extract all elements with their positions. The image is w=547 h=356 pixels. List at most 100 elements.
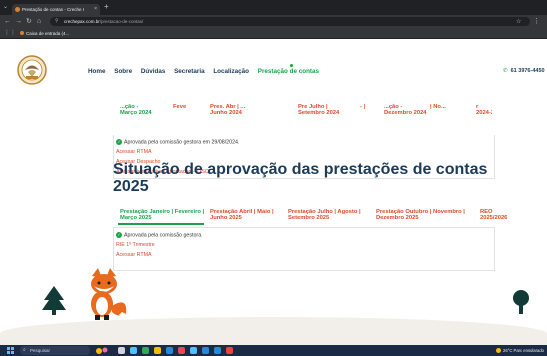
windows-taskbar: ⌕ Pesquisar 26°C Parc ensolarado: [0, 345, 547, 356]
tab-line2: Setembro 2024: [298, 110, 340, 116]
phone-number: 61 3976-4450: [510, 68, 545, 74]
gmail-icon: [20, 31, 24, 35]
bookmark-label: Caixa de entrada (4...: [26, 31, 70, 36]
bookmark-star-icon[interactable]: ☆: [516, 18, 521, 25]
tab-2024-separator: - |: [360, 104, 365, 110]
tab-line2: Setembro 2025: [288, 215, 330, 221]
tab-line1: | No...: [430, 104, 446, 110]
bookmark-item[interactable]: Caixa de entrada (4...: [20, 28, 69, 39]
task-view-icon[interactable]: [118, 347, 125, 354]
file-explorer-icon[interactable]: [154, 347, 161, 354]
app-icon[interactable]: [214, 347, 221, 354]
tab-2024-nov[interactable]: | No...: [430, 104, 446, 110]
url-bar[interactable]: ⚲ crechepax.com.br/prestacao-de-contas/: [50, 17, 530, 26]
site-header: Home Sobre Dúvidas Secretaria Localizaçã…: [0, 39, 547, 101]
chrome-icon[interactable]: [226, 347, 233, 354]
search-highlight-icon[interactable]: [94, 346, 110, 355]
nav-secretaria[interactable]: Secretaria: [174, 68, 204, 75]
creche-logo[interactable]: [17, 55, 47, 85]
tab-line2: Junho 2024: [210, 110, 242, 116]
fox-mascot-icon: [91, 268, 127, 320]
active-tab-underline: [118, 223, 204, 225]
browser-tab[interactable]: Prestação de contas - Creche I ×: [12, 4, 100, 15]
tab-2024-out-dez[interactable]: ...ção - Dezembro 2024: [384, 104, 427, 116]
status-approved-2025: ✓ Aprovada pela comissão gestora.: [116, 232, 203, 238]
browser-menu-icon[interactable]: ⋮: [533, 17, 540, 25]
tab-2025-jul-set[interactable]: Prestação Julho | Agosto | Setembro 2025: [288, 209, 361, 221]
search-placeholder: Pesquisar: [30, 348, 51, 353]
main-content: ...ção - Março 2024 Feve Pres. Abr | ...…: [0, 101, 547, 345]
home-icon[interactable]: ⌂: [37, 17, 41, 26]
link-acessar-rtma-2025[interactable]: Acessar RTMA: [116, 252, 152, 258]
tab-search-icon[interactable]: ⌄: [3, 3, 8, 10]
nav-sobre[interactable]: Sobre: [114, 68, 132, 75]
browser-tab-bar: ⌄ Prestação de contas - Creche I × +: [0, 0, 547, 15]
app-icon[interactable]: [202, 347, 209, 354]
tab-line2: Março 2025: [120, 215, 152, 221]
back-arrow-icon[interactable]: ←: [4, 17, 11, 26]
nav-home[interactable]: Home: [88, 68, 106, 75]
widgets-icon[interactable]: [130, 347, 137, 354]
link-rie-1-trimestre[interactable]: RIE 1º Trimestre: [116, 242, 155, 248]
tab-line1: Feve: [173, 104, 187, 110]
weather-text: 26°C Parc ensolarado: [503, 348, 545, 353]
status-text: Aprovada pela comissão gestora em 29/08/…: [124, 139, 240, 146]
tab-2024-reo[interactable]: r 2024-2025: [476, 104, 492, 116]
pine-tree-icon: [42, 286, 66, 315]
site-info-icon[interactable]: ⚲: [55, 17, 59, 26]
active-nav-indicator: [290, 64, 293, 67]
phone-icon: ✆: [503, 68, 508, 74]
check-circle-icon: ✓: [116, 139, 122, 145]
tab-2024-abr-jun[interactable]: Pres. Abr | ... Junho 2024: [210, 104, 245, 116]
panel-2025: ✓ Aprovada pela comissão gestora. RIE 1º …: [113, 227, 495, 271]
link-acessar-rtma-2024[interactable]: Acessar RTMA: [116, 149, 152, 155]
nav-prestacao-de-contas[interactable]: Prestação de contas: [258, 68, 319, 75]
section-title-2025: Situação de aprovação das prestações de …: [113, 161, 488, 195]
sun-icon: [496, 348, 501, 354]
tab-line2: Junho 2025: [210, 215, 242, 221]
round-tree-icon: [513, 290, 529, 314]
status-text: Aprovada pela comissão gestora.: [124, 232, 203, 239]
nav-localizacao[interactable]: Localização: [213, 68, 249, 75]
nav-duvidas[interactable]: Dúvidas: [141, 68, 166, 75]
tab-line2: Março 2024: [120, 110, 152, 116]
tabs-2024: ...ção - Março 2024 Feve Pres. Abr | ...…: [118, 101, 492, 119]
tab-line2: 2024-2025: [476, 110, 492, 116]
tabs-2025: Prestação Janeiro | Fevereiro | Março 20…: [118, 208, 508, 226]
url-host: crechepax.com.br: [64, 19, 100, 24]
tab-2024-jan-mar[interactable]: ...ção - Março 2024: [120, 104, 152, 116]
apps-grid-icon[interactable]: ⋮⋮: [4, 29, 16, 36]
status-approved-2024: ✓ Aprovada pela comissão gestora em 29/08…: [116, 139, 239, 145]
tab-2025-abr-jun[interactable]: Prestação Abril | Maio | Junho 2025: [210, 209, 274, 221]
favicon-icon: [15, 7, 20, 12]
tab-2025-jan-mar[interactable]: Prestação Janeiro | Fevereiro | Março 20…: [120, 209, 204, 221]
tab-2024-fev[interactable]: Feve: [173, 104, 186, 110]
tab-title: Prestação de contas - Creche I: [22, 7, 85, 12]
app-icon[interactable]: [142, 347, 149, 354]
app-icon[interactable]: [178, 347, 185, 354]
weather-widget[interactable]: 26°C Parc ensolarado: [496, 345, 544, 356]
tab-line2: 2025/2026: [480, 215, 508, 221]
tab-close-icon[interactable]: ×: [94, 4, 97, 15]
main-navigation: Home Sobre Dúvidas Secretaria Localizaçã…: [88, 68, 326, 75]
bookmarks-bar: ⋮⋮ Caixa de entrada (4...: [0, 28, 547, 39]
ground-wave: [0, 317, 547, 345]
tab-2024-jul-set[interactable]: Pre Julho | Setembro 2024: [298, 104, 339, 116]
taskbar-search[interactable]: ⌕ Pesquisar: [20, 346, 90, 355]
address-toolbar: ← → ↻ ⌂ ⚲ crechepax.com.br/prestacao-de-…: [0, 15, 547, 28]
tab-line2: Dezembro 2025: [376, 215, 419, 221]
tab-line2: Dezembro 2024: [384, 110, 427, 116]
header-phone[interactable]: ✆ 61 3976-4450: [503, 68, 545, 74]
check-circle-icon: ✓: [116, 232, 122, 238]
reload-icon[interactable]: ↻: [26, 17, 32, 26]
url-path: /prestacao-de-contas/: [99, 19, 144, 24]
windows-start-icon[interactable]: [7, 347, 14, 354]
app-icon[interactable]: [190, 347, 197, 354]
tab-2025-reo[interactable]: REO 2025/2026: [480, 209, 507, 221]
edge-icon[interactable]: [166, 347, 173, 354]
search-icon: ⌕: [23, 347, 26, 353]
tab-2025-out-dez[interactable]: Prestação Outubro | Novembro | Dezembro …: [376, 209, 465, 221]
forward-arrow-icon[interactable]: →: [15, 17, 22, 26]
new-tab-button[interactable]: +: [104, 2, 109, 11]
tab-line1: - |: [360, 104, 366, 110]
